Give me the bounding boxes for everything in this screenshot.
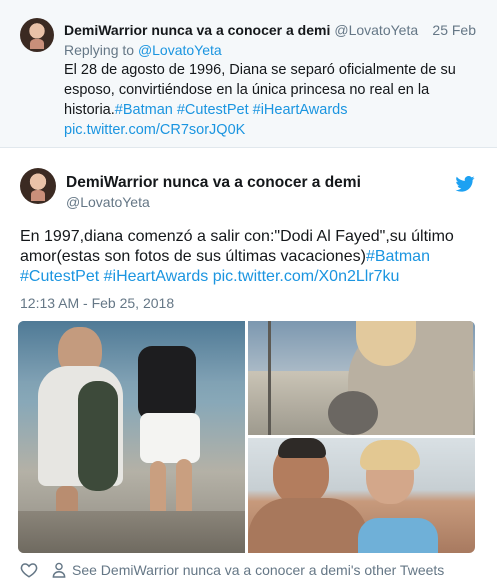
hashtag-iheartawards[interactable]: #iHeartAwards <box>104 268 209 285</box>
parent-display-name[interactable]: DemiWarrior nunca va a conocer a demi <box>64 22 330 38</box>
heart-icon[interactable] <box>20 561 38 579</box>
author-display-name[interactable]: DemiWarrior nunca va a conocer a demi <box>66 173 361 193</box>
parent-hashtag-iheartawards[interactable]: #iHeartAwards <box>253 102 348 118</box>
person-icon <box>52 562 66 578</box>
parent-handle[interactable]: @LovatoYeta <box>334 22 418 38</box>
photo-diana-hair <box>360 440 420 470</box>
replying-label: Replying to <box>64 42 135 58</box>
hashtag-cutestpet[interactable]: #CutestPet <box>20 268 99 285</box>
photo-woman-on-boat[interactable] <box>248 321 475 435</box>
replying-handle-link[interactable]: @LovatoYeta <box>138 42 222 58</box>
parent-date[interactable]: 25 Feb <box>432 21 476 39</box>
author-avatar[interactable] <box>20 168 56 204</box>
photo-woman-top <box>138 346 196 421</box>
tweet-actions: See DemiWarrior nunca va a conocer a dem… <box>20 560 444 580</box>
photo-diana-swimsuit <box>358 518 438 553</box>
photo-dodi-body <box>248 498 368 553</box>
parent-header: DemiWarrior nunca va a conocer a demi @Lo… <box>64 21 484 39</box>
parent-hashtag-batman[interactable]: #Batman <box>115 102 173 118</box>
parent-tweet[interactable]: DemiWarrior nunca va a conocer a demi @Lo… <box>0 0 497 148</box>
photo-couple-on-dock[interactable] <box>18 321 245 553</box>
photo-towel <box>78 381 118 491</box>
replying-to: Replying to @LovatoYeta <box>64 41 222 59</box>
photo-dodi-hair <box>278 438 326 458</box>
photo-woman-shorts <box>140 413 200 463</box>
photo-couple-beach[interactable] <box>248 438 475 553</box>
photo-dock <box>18 511 245 553</box>
photo-mast <box>268 321 271 435</box>
twitter-bird-icon[interactable] <box>455 176 475 192</box>
tweet-media-grid <box>18 321 475 553</box>
other-tweets-link[interactable]: See DemiWarrior nunca va a conocer a dem… <box>72 562 444 578</box>
photo-man-background <box>328 391 378 435</box>
author-handle[interactable]: @LovatoYeta <box>66 193 150 211</box>
parent-hashtag-cutestpet[interactable]: #CutestPet <box>177 102 249 118</box>
parent-pic-link[interactable]: pic.twitter.com/CR7sorJQ0K <box>64 122 245 138</box>
tweet-text: En 1997,diana comenzó a salir con:"Dodi … <box>20 227 482 287</box>
hashtag-batman[interactable]: #Batman <box>366 248 430 265</box>
pic-link[interactable]: pic.twitter.com/X0n2Llr7ku <box>213 268 400 285</box>
parent-avatar[interactable] <box>20 18 54 52</box>
tweet-timestamp[interactable]: 12:13 AM - Feb 25, 2018 <box>20 294 174 312</box>
parent-tweet-text: El 28 de agosto de 1996, Diana se separó… <box>64 60 478 140</box>
